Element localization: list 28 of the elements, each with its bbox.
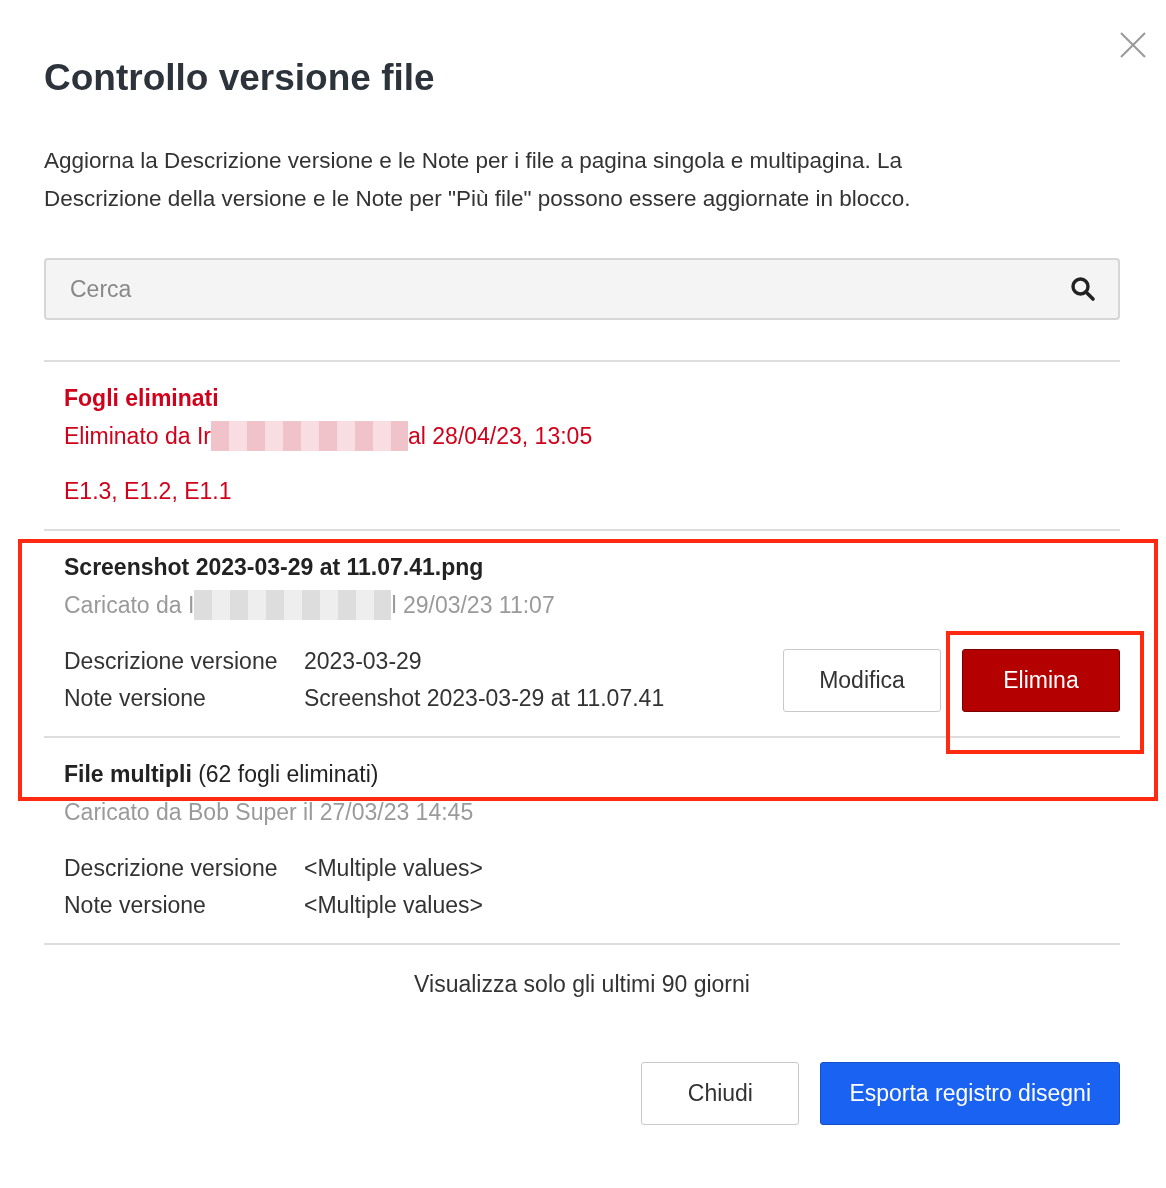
search-icon[interactable] [1070,276,1096,302]
search-field[interactable]: Cerca [44,258,1120,320]
meta-text: al 28/04/23, 13:05 [408,422,593,451]
delete-button[interactable]: Elimina [962,648,1120,712]
meta-text: Caricato da Bob Super il 27/03/23 14:45 [64,798,474,827]
export-button[interactable]: Esporta registro disegni [820,1062,1120,1125]
footer-note: Visualizza solo gli ultimi 90 giorni [413,970,751,999]
field-value: Screenshot 2023-03-29 at 11.07.41 [304,684,666,713]
file-name: Screenshot 2023-03-29 at 11.07.41.png [64,554,484,580]
sheet-count: (62 fogli eliminati) [198,761,379,787]
meta-text: Eliminato da Ir [64,422,211,451]
close-button[interactable]: Chiudi [641,1062,800,1125]
field-label: Note versione [64,684,207,713]
field-label: Note versione [64,891,207,920]
field-value: <Multiple values> [304,854,484,883]
meta-text: l 29/03/23 11:07 [391,591,555,620]
edit-button[interactable]: Modifica [783,648,941,712]
meta-text: Caricato da I [64,591,195,620]
field-label: Descrizione versione [64,854,279,883]
field-value: <Multiple values> [304,891,484,920]
field-value: 2023-03-29 [304,647,423,676]
description-text: Aggiorna la Descrizione versione e le Note per i file a pagina singola e multipagina. La Descrizione della versione e le Note per "Più file" possono essere aggiornate in blocco. [44,147,912,213]
close-icon[interactable] [1120,32,1146,58]
field-label: Descrizione versione [64,647,279,676]
dialog-title: Controllo versione file [44,56,436,100]
section-title: Fogli eliminati [64,385,219,411]
sheet-list: E1.3, E1.2, E1.1 [64,472,1120,510]
file-name: File multipli [64,761,192,787]
